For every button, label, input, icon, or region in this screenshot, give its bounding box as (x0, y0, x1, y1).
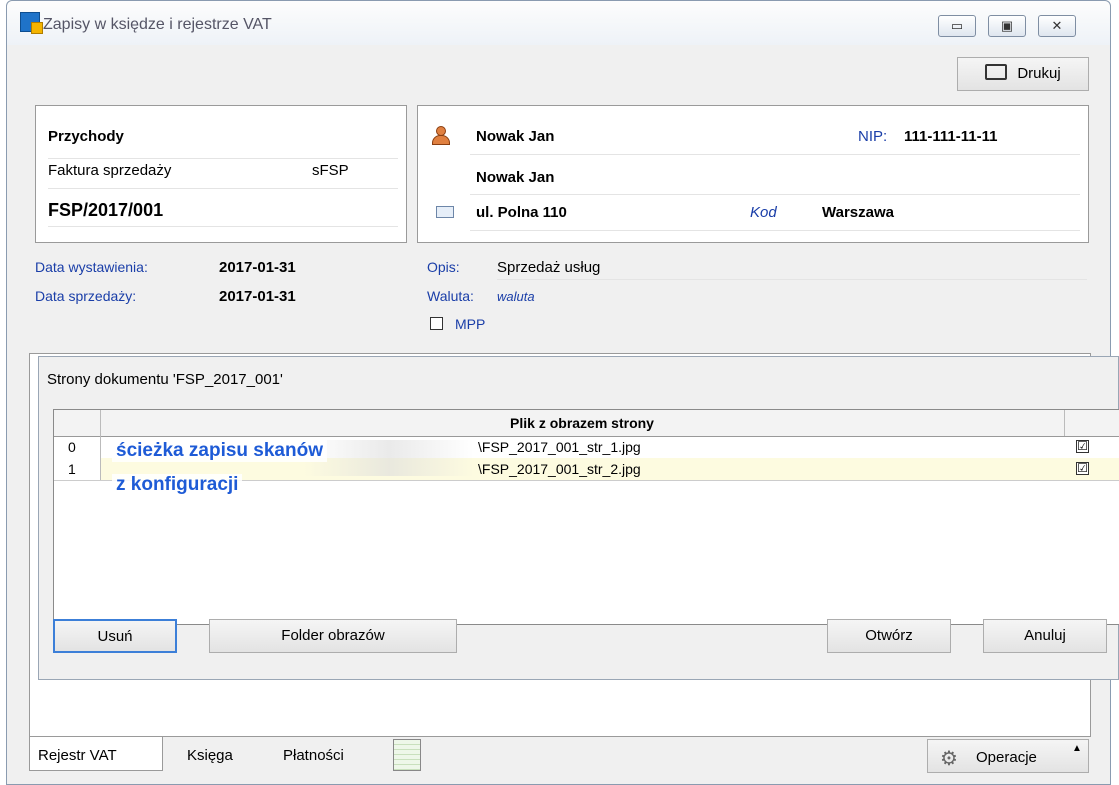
row-file: \FSP_2017_001_str_2.jpg (478, 461, 641, 477)
currency-label: Waluta: (427, 288, 474, 304)
person-icon (432, 126, 450, 145)
row-file: \FSP_2017_001_str_1.jpg (478, 439, 641, 455)
tab-label: Rejestr VAT (38, 747, 117, 764)
annotation-line-1: ścieżka zapisu skanów (112, 440, 327, 462)
document-section: Przychody (48, 128, 124, 145)
issue-date-value[interactable]: 2017-01-31 (219, 259, 296, 276)
pages-grid: Plik z obrazem strony 0 \FSP_2017_001_st… (53, 409, 1119, 625)
row-index: 0 (68, 439, 76, 455)
redacted-path (304, 440, 474, 476)
currency-value[interactable]: waluta (497, 289, 535, 304)
address-card-icon (436, 206, 454, 218)
title-bar[interactable]: Zapisy w księdze i rejestrze VAT ▭ ▣ ✕ (7, 1, 1110, 45)
column-header-file[interactable]: Plik z obrazem strony (100, 415, 1064, 431)
printer-icon (985, 64, 1008, 80)
contractor-panel: Nowak Jan NIP: 111-111-11-11 Nowak Jan u… (417, 105, 1089, 243)
close-button[interactable]: ✕ (1038, 15, 1076, 37)
gear-icon: ⚙ (940, 748, 958, 770)
grid-header: Plik z obrazem strony (54, 410, 1119, 437)
maximize-button[interactable]: ▣ (988, 15, 1026, 37)
mpp-label: MPP (455, 316, 486, 332)
nip-label: NIP: (858, 128, 888, 145)
window-title: Zapisy w księdze i rejestrze VAT (43, 16, 272, 33)
print-label: Drukuj (1017, 65, 1061, 82)
annotation-line-2: z konfiguracji (112, 474, 243, 496)
contractor-name[interactable]: Nowak Jan (476, 128, 554, 145)
issue-date-label: Data wystawienia: (35, 259, 148, 275)
document-code: sFSP (312, 162, 349, 179)
city: Warszawa (822, 204, 894, 221)
document-number[interactable]: FSP/2017/001 (48, 200, 163, 221)
row-checkbox[interactable]: ☑ (1076, 462, 1089, 475)
description-value[interactable]: Sprzedaż usług (497, 259, 600, 276)
mpp-checkbox[interactable] (430, 317, 443, 330)
open-button[interactable]: Otwórz (827, 619, 951, 653)
print-button[interactable]: Drukuj (957, 57, 1089, 91)
pages-dialog: Strony dokumentu 'FSP_2017_001' Plik z o… (38, 356, 1119, 680)
dialog-title: Strony dokumentu 'FSP_2017_001' (47, 371, 283, 388)
sale-date-label: Data sprzedaży: (35, 288, 137, 304)
row-checkbox[interactable]: ☑ (1076, 440, 1089, 453)
delete-button[interactable]: Usuń (53, 619, 177, 653)
cancel-button[interactable]: Anuluj (983, 619, 1107, 653)
document-panel: Przychody Faktura sprzedaży sFSP FSP/201… (35, 105, 407, 243)
minimize-button[interactable]: ▭ (938, 15, 976, 37)
operations-label: Operacje (976, 749, 1037, 766)
operations-button[interactable]: ⚙ Operacje ▲ (927, 739, 1089, 773)
app-icon (20, 12, 43, 34)
description-label: Opis: (427, 259, 460, 275)
tab-rejestr-vat[interactable]: Rejestr VAT (29, 737, 163, 771)
folder-button[interactable]: Folder obrazów (209, 619, 457, 653)
notes-icon[interactable] (393, 739, 421, 771)
contractor-name-2: Nowak Jan (476, 169, 555, 186)
street: ul. Polna 110 (476, 204, 567, 221)
document-type: Faktura sprzedaży (48, 162, 172, 179)
tab-platnosci[interactable]: Płatności (283, 747, 344, 764)
chevron-up-icon: ▲ (1072, 743, 1082, 754)
nip-value: 111-111-11-11 (904, 128, 998, 145)
tab-ksiega[interactable]: Księga (187, 747, 233, 764)
sale-date-value[interactable]: 2017-01-31 (219, 288, 296, 305)
row-index: 1 (68, 461, 76, 477)
postal-code-label[interactable]: Kod (750, 204, 777, 221)
